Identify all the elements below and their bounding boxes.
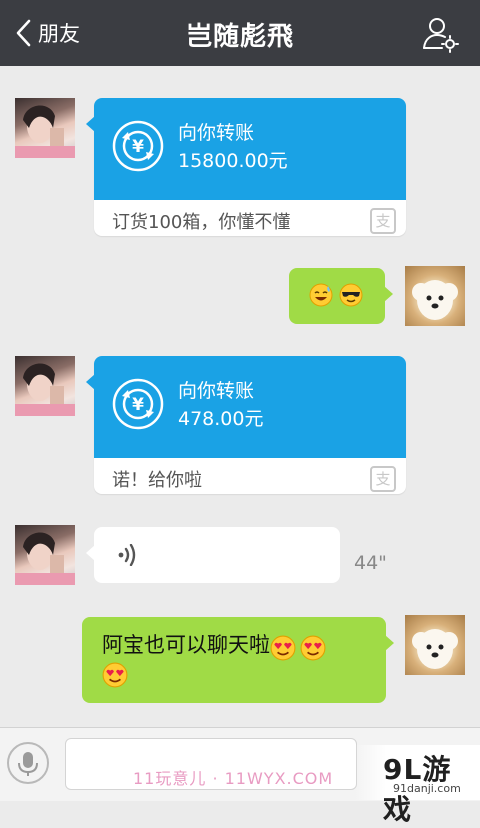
girl-portrait-icon [15,532,75,585]
bubble-tail [385,635,394,651]
voice-wave-icon [118,544,136,566]
transfer-card-tail [86,374,95,390]
svg-text:¥: ¥ [132,137,144,157]
text-message-bubble[interactable]: 阿宝也可以聊天啦 [82,617,394,703]
transfer-title: 向你转账 [178,122,255,144]
transfer-amount: 15800.00元 [178,150,288,172]
transfer-card-header: ¥ 向你转账 15800.00元 [94,98,406,200]
my-avatar[interactable] [405,266,465,326]
transfer-title: 向你转账 [178,380,255,402]
transfer-note: 诺！给你啦 [112,470,202,491]
yuan-transfer-icon: ¥ [112,120,164,172]
heart-eyes-emoji [102,662,128,688]
friend-avatar[interactable] [15,98,75,158]
site-logo-watermark: 9L游戏 91danji.com [355,745,480,826]
person-settings-icon [423,18,459,53]
transfer-card[interactable]: ¥ 向你转账 478.00元 诺！给你啦 支 [94,356,406,494]
heart-eyes-emoji [270,635,296,660]
chat-title: 岂随彪飛 [185,22,294,52]
site-watermark: 11玩意儿 · 11WYX.COM [133,769,334,788]
svg-text:¥: ¥ [132,395,144,415]
my-avatar[interactable] [405,615,465,675]
sweat-smile-emoji [309,283,333,307]
bubble-tail [86,545,95,561]
heart-eyes-emoji [300,635,326,660]
microphone-icon [18,752,38,776]
girl-portrait-icon [15,363,75,416]
voice-duration: 44" [354,552,387,574]
puppy-portrait-icon [412,280,458,320]
transfer-card-tail [86,116,95,132]
logo-url: 91danji.com [393,782,461,795]
friend-avatar[interactable] [15,356,75,416]
alipay-icon: 支 [370,208,396,234]
transfer-card[interactable]: ¥ 向你转账 15800.00元 订货100箱，你懂不懂 支 [94,98,406,236]
puppy-portrait-icon [412,629,458,669]
voice-input-button[interactable] [7,742,49,784]
top-nav-bar: 朋友 岂随彪飛 [0,0,480,66]
friend-settings-button[interactable] [420,14,460,54]
girl-portrait-icon [15,105,75,158]
alipay-icon: 支 [370,466,396,492]
transfer-card-header: ¥ 向你转账 478.00元 [94,356,406,458]
voice-message-bubble[interactable] [86,527,340,583]
emoji-message-bubble[interactable] [289,268,393,324]
bubble-tail [384,286,393,302]
friend-avatar[interactable] [15,525,75,585]
cool-sunglasses-emoji [339,283,363,307]
transfer-note: 订货100箱，你懂不懂 [112,212,291,233]
yuan-transfer-icon: ¥ [112,378,164,430]
transfer-amount: 478.00元 [178,408,264,430]
message-text: 阿宝也可以聊天啦 [102,633,270,657]
